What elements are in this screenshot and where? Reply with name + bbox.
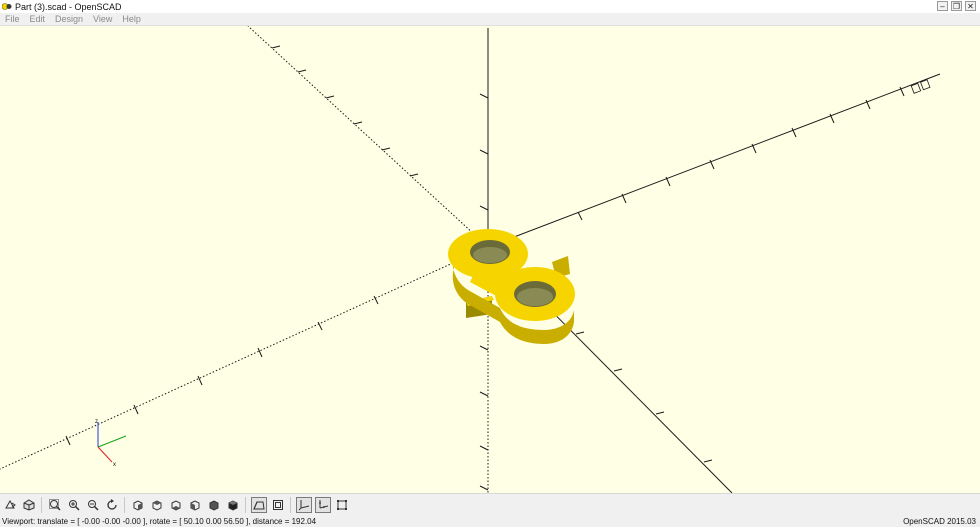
title-bar: Part (3).scad - OpenSCAD – ❐ ✕ — [0, 0, 980, 13]
minimize-icon[interactable]: – — [937, 1, 948, 11]
menu-file[interactable]: File — [0, 14, 25, 25]
y-axis-positive — [487, 73, 941, 248]
show-scale-markers-icon[interactable] — [314, 497, 331, 513]
view-right-icon[interactable] — [130, 497, 146, 513]
zoom-out-icon[interactable] — [85, 497, 101, 513]
view-front-icon[interactable] — [206, 497, 222, 513]
svg-text:z: z — [95, 419, 98, 425]
y-axis-negative — [0, 246, 489, 470]
status-bar: Viewport: translate = [ -0.00 -0.00 -0.0… — [0, 515, 980, 527]
view-toolbar — [0, 493, 980, 516]
view-back-icon[interactable] — [225, 497, 241, 513]
preview-icon[interactable] — [2, 497, 18, 513]
3d-viewport[interactable]: z x — [0, 26, 980, 493]
svg-text:x: x — [113, 462, 116, 468]
perspective-icon[interactable] — [250, 497, 267, 513]
view-left-icon[interactable] — [187, 497, 203, 513]
view-all-icon[interactable] — [47, 497, 63, 513]
toolbar-separator — [41, 497, 42, 513]
menu-help[interactable]: Help — [117, 14, 146, 25]
render-icon[interactable] — [21, 497, 37, 513]
view-bottom-icon[interactable] — [168, 497, 184, 513]
reset-view-icon[interactable] — [104, 497, 120, 513]
viewport-status: Viewport: translate = [ -0.00 -0.00 -0.0… — [2, 516, 317, 526]
view-top-icon[interactable] — [149, 497, 165, 513]
axis-indicator: z x — [95, 419, 127, 468]
orthogonal-icon[interactable] — [270, 497, 286, 513]
openscad-app-icon — [1, 2, 12, 11]
toolbar-separator — [124, 497, 125, 513]
menu-design[interactable]: Design — [50, 14, 88, 25]
toolbar-separator — [290, 497, 291, 513]
zoom-in-icon[interactable] — [66, 497, 82, 513]
close-icon[interactable]: ✕ — [965, 1, 976, 11]
model-part[interactable] — [448, 229, 575, 344]
menu-bar: File Edit Design View Help — [0, 13, 980, 26]
restore-icon[interactable]: ❐ — [951, 1, 962, 11]
toolbar-separator — [245, 497, 246, 513]
window-title: Part (3).scad - OpenSCAD — [15, 1, 122, 12]
show-edges-icon[interactable] — [334, 497, 350, 513]
version-label: OpenSCAD 2015.03 — [903, 516, 976, 526]
x-axis-negative — [247, 26, 489, 248]
show-axes-icon[interactable] — [295, 497, 312, 513]
menu-edit[interactable]: Edit — [25, 14, 51, 25]
menu-view[interactable]: View — [88, 14, 117, 25]
